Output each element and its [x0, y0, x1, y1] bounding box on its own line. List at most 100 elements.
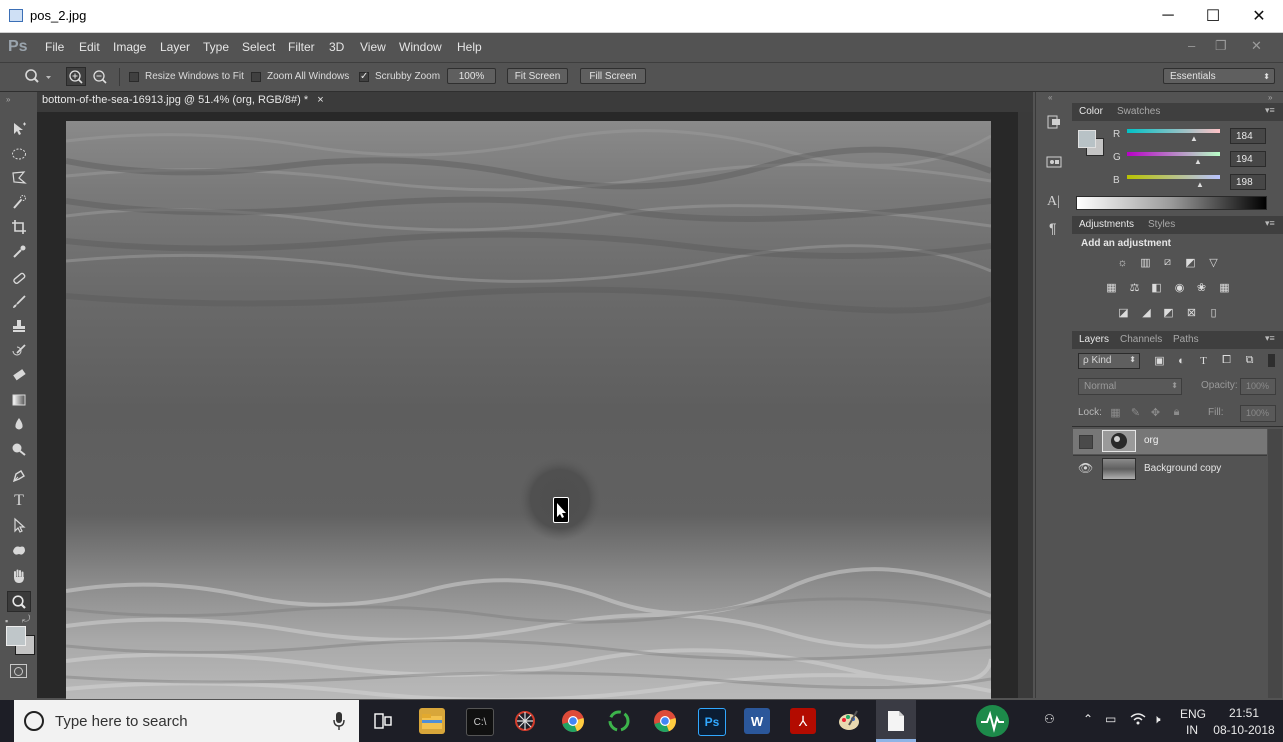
document-tab[interactable]: bottom-of-the-sea-16913.jpg @ 51.4% (org… [42, 94, 324, 112]
menu-view[interactable]: View [360, 40, 386, 54]
network-app-icon[interactable] [512, 708, 538, 734]
menu-type[interactable]: Type [203, 40, 229, 54]
curves-icon[interactable]: ⧄ [1160, 256, 1175, 269]
paragraph-panel-icon[interactable]: ¶ [1049, 220, 1057, 236]
slider-thumb-icon[interactable]: ▲ [1190, 134, 1198, 143]
tab-channels[interactable]: Channels [1120, 334, 1162, 345]
battery-icon[interactable]: ▭ [1105, 712, 1116, 726]
layer-kind-filter[interactable]: ρ Kind ⬍ [1078, 353, 1140, 369]
minimize-button[interactable]: ─ [1145, 0, 1191, 32]
color-ramp[interactable] [1076, 196, 1267, 210]
acrobat-icon[interactable]: ⅄ [790, 708, 816, 734]
lock-transparent-icon[interactable]: ▦ [1108, 406, 1123, 419]
tab-styles[interactable]: Styles [1148, 219, 1175, 230]
pen-tool-icon[interactable] [9, 467, 29, 485]
ps-restore-button[interactable]: ❐ [1215, 38, 1227, 54]
show-hidden-icons-chevron[interactable]: ⌃ [1083, 712, 1093, 726]
close-button[interactable]: ✕ [1236, 0, 1282, 32]
quick-selection-tool-icon[interactable] [9, 193, 29, 211]
tab-paths[interactable]: Paths [1173, 334, 1199, 345]
channel-mixer-icon[interactable]: ❀ [1194, 281, 1209, 294]
canvas-image[interactable] [66, 121, 991, 699]
red-value-input[interactable]: 184 [1230, 128, 1266, 144]
properties-panel-icon[interactable] [1046, 154, 1062, 170]
healing-brush-tool-icon[interactable] [9, 269, 29, 287]
layer-name[interactable]: Background copy [1144, 463, 1221, 474]
zoom-in-icon[interactable] [66, 67, 86, 86]
tab-swatches[interactable]: Swatches [1117, 106, 1160, 117]
chrome-icon[interactable] [560, 708, 586, 734]
marquee-tool-icon[interactable] [9, 145, 29, 163]
crop-tool-icon[interactable] [9, 218, 29, 236]
default-colors-icon[interactable]: ▪ [5, 616, 8, 626]
scrubby-zoom-checkbox[interactable]: ✓ [359, 72, 369, 82]
word-icon[interactable]: W [744, 708, 770, 734]
wifi-icon[interactable] [1130, 712, 1146, 729]
filter-shape-icon[interactable]: ⧠ [1219, 354, 1234, 367]
language-indicator[interactable]: ENG IN [1180, 707, 1206, 737]
history-panel-icon[interactable] [1046, 114, 1062, 130]
eyedropper-tool-icon[interactable] [9, 243, 29, 261]
slider-thumb-icon[interactable]: ▲ [1196, 180, 1204, 189]
swap-colors-icon[interactable]: ⤾ [22, 614, 30, 625]
menu-window[interactable]: Window [399, 40, 442, 54]
eye-icon[interactable]: 👁︎ [1078, 461, 1093, 475]
selective-color-icon[interactable]: ⊠ [1184, 306, 1199, 319]
resize-windows-checkbox[interactable] [129, 72, 139, 82]
collapse-panels-icon[interactable]: » [1268, 93, 1272, 102]
workspace-select[interactable]: Essentials ⬍ [1163, 68, 1275, 84]
menu-filter[interactable]: Filter [288, 40, 315, 54]
filter-smart-object-icon[interactable]: ⧉ [1242, 354, 1257, 367]
blue-value-input[interactable]: 198 [1230, 174, 1266, 190]
zoom-all-windows-checkbox[interactable] [251, 72, 261, 82]
threshold-icon[interactable]: ◩ [1161, 306, 1176, 319]
move-tool-icon[interactable] [9, 120, 29, 138]
history-brush-tool-icon[interactable] [9, 342, 29, 360]
color-foreground-swatch[interactable] [1078, 130, 1096, 148]
zoom-tool-preset-icon[interactable] [24, 68, 52, 87]
tab-color[interactable]: Color [1079, 106, 1103, 117]
tab-adjustments[interactable]: Adjustments [1079, 219, 1134, 230]
zoom-100-button[interactable]: 100% [447, 68, 496, 84]
lock-all-icon[interactable]: 🔒︎ [1169, 406, 1184, 419]
invert-icon[interactable]: ◪ [1116, 306, 1131, 319]
fill-input[interactable]: 100% [1240, 405, 1276, 422]
vibrance-icon[interactable]: ▽ [1206, 256, 1221, 269]
slider-thumb-icon[interactable]: ▲ [1194, 157, 1202, 166]
zoom-out-icon[interactable] [91, 68, 109, 88]
panel-menu-icon[interactable]: ▾≡ [1265, 333, 1275, 344]
menu-help[interactable]: Help [457, 40, 482, 54]
menu-image[interactable]: Image [113, 40, 146, 54]
dodge-tool-icon[interactable] [9, 440, 29, 458]
panel-menu-icon[interactable]: ▾≡ [1265, 218, 1275, 229]
document-tab-close[interactable]: × [317, 94, 323, 106]
lasso-tool-icon[interactable] [9, 169, 29, 187]
expand-arrows-icon[interactable]: « [1048, 93, 1052, 102]
volume-muted-icon[interactable]: 🕨︎ [1153, 712, 1161, 727]
taskbar-search-box[interactable]: Type here to search [14, 700, 359, 742]
green-slider[interactable] [1127, 152, 1220, 156]
file-explorer-icon[interactable] [419, 708, 445, 734]
visibility-toggle-off[interactable] [1079, 435, 1093, 449]
refresh-app-icon[interactable] [606, 708, 632, 734]
tab-layers[interactable]: Layers [1079, 334, 1109, 345]
red-slider[interactable] [1127, 129, 1220, 133]
filter-type-icon[interactable]: T [1196, 354, 1211, 367]
posterize-icon[interactable]: ◢ [1139, 306, 1154, 319]
chrome-icon-2[interactable] [652, 708, 678, 734]
blend-mode-select[interactable]: Normal ⬍ [1078, 378, 1182, 395]
microphone-icon[interactable] [332, 711, 346, 734]
shape-tool-icon[interactable] [9, 541, 29, 559]
color-lookup-icon[interactable]: ▦ [1217, 281, 1232, 294]
gradient-map-icon[interactable]: ▯ [1206, 306, 1221, 319]
green-value-input[interactable]: 194 [1230, 151, 1266, 167]
filter-toggle[interactable] [1268, 354, 1275, 367]
fill-screen-button[interactable]: Fill Screen [580, 68, 646, 84]
hue-saturation-icon[interactable]: ▦ [1104, 281, 1119, 294]
photoshop-taskbar-icon[interactable]: Ps [698, 708, 726, 736]
activity-monitor-icon[interactable] [976, 705, 1009, 737]
character-panel-icon[interactable]: A| [1047, 194, 1060, 210]
eraser-tool-icon[interactable] [9, 366, 29, 384]
clone-stamp-tool-icon[interactable] [9, 317, 29, 335]
brush-tool-icon[interactable] [9, 293, 29, 311]
